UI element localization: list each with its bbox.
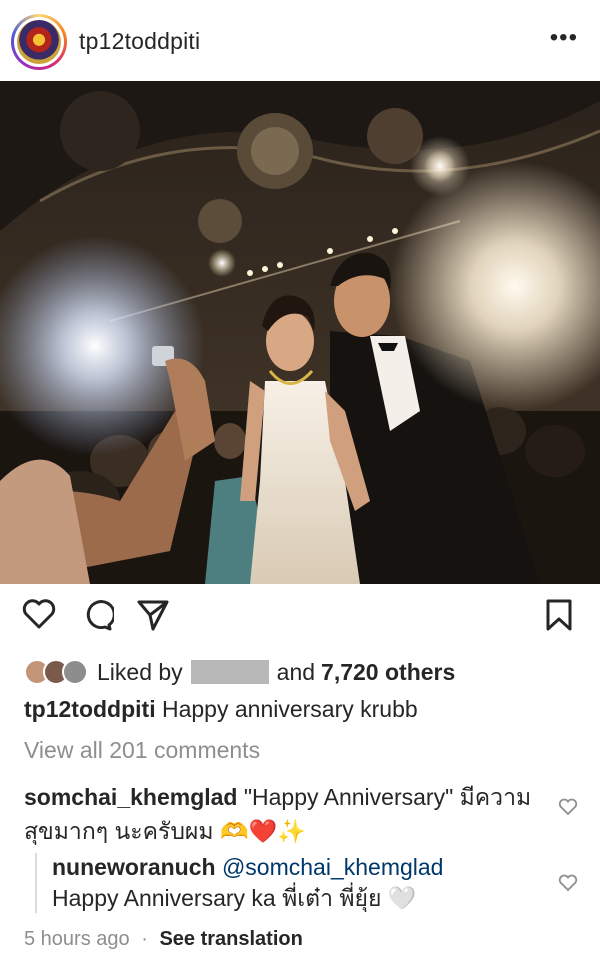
post-header: tp12toddpiti ••• xyxy=(0,0,600,80)
reply-text: Happy Anniversary ka พี่เต๋า พี่ยุ้ย 🤍 xyxy=(52,885,417,911)
action-bar xyxy=(0,598,600,642)
comment-item: somchai_khemglad "Happy Anniversary" มีค… xyxy=(24,780,544,848)
liker-avatar xyxy=(62,659,88,685)
post-photo[interactable] xyxy=(0,81,600,584)
see-translation-link[interactable]: See translation xyxy=(159,928,302,950)
likes-summary[interactable]: Liked by and 7,720 others xyxy=(24,658,455,686)
bookmark-icon[interactable] xyxy=(544,598,574,632)
reply-like-heart-icon[interactable] xyxy=(558,874,578,892)
reply-mention[interactable]: @somchai_khemglad xyxy=(222,854,444,880)
liked-by-label: Liked by xyxy=(97,658,183,685)
comment-icon[interactable] xyxy=(80,598,114,632)
reply-item: nuneworanuch @somchai_khemglad Happy Ann… xyxy=(52,852,542,914)
view-all-comments-link[interactable]: View all 201 comments xyxy=(24,737,260,764)
caption-username[interactable]: tp12toddpiti xyxy=(24,696,156,722)
comment-like-heart-icon[interactable] xyxy=(558,798,578,816)
likes-count[interactable]: 7,720 others xyxy=(321,659,455,686)
send-icon[interactable] xyxy=(136,598,170,632)
reply-thread-line xyxy=(35,853,37,913)
caption-text: Happy anniversary krubb xyxy=(161,696,418,722)
heart-icon[interactable] xyxy=(22,598,56,630)
reply-username[interactable]: nuneworanuch xyxy=(52,854,216,880)
avatar-border xyxy=(14,17,64,67)
more-options-icon[interactable]: ••• xyxy=(550,26,578,50)
profile-avatar[interactable] xyxy=(11,14,67,70)
post-footer: 5 hours ago · See translation xyxy=(24,928,303,951)
footer-separator: · xyxy=(141,928,148,950)
liked-avatars xyxy=(24,659,89,685)
redacted-username xyxy=(190,660,269,684)
comment-username[interactable]: somchai_khemglad xyxy=(24,784,237,810)
wedding-photo xyxy=(0,81,600,584)
post-caption: tp12toddpiti Happy anniversary krubb xyxy=(24,696,418,723)
post-username[interactable]: tp12toddpiti xyxy=(79,28,200,55)
avatar-image xyxy=(17,20,61,64)
likes-and-label: and xyxy=(276,658,316,685)
post-timestamp: 5 hours ago xyxy=(24,928,130,950)
